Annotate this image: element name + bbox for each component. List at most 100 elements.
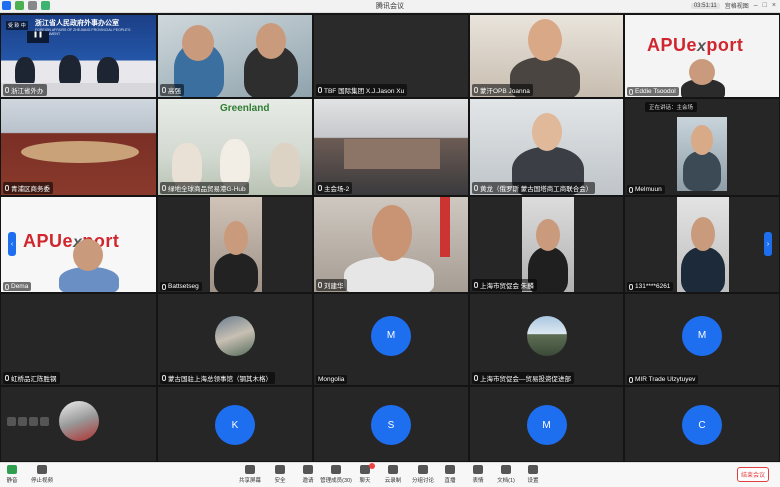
stop-video-button[interactable]: 停止视频 — [24, 465, 60, 484]
participant-face — [691, 125, 713, 155]
participant-face — [182, 25, 214, 61]
participant-figure — [220, 139, 250, 187]
tile-name-label: 刘建华 — [316, 279, 347, 291]
mic-icon — [474, 375, 478, 381]
participant-face — [372, 205, 412, 261]
participant-avatar: K — [215, 405, 255, 446]
tile-name-label: 蒙古国驻上海总领事馆（钢其木格） — [160, 372, 275, 384]
minimize-icon[interactable]: – — [754, 2, 758, 9]
more-layout-icon[interactable] — [40, 417, 49, 426]
participant-figure — [681, 247, 725, 292]
pause-button[interactable]: ❚❚ — [27, 31, 49, 43]
title-bar: 腾讯会议 03:51:11 宫格视图 – □ × — [0, 0, 780, 13]
next-page-arrow[interactable]: › — [764, 232, 772, 256]
video-tile-consulate[interactable]: 蒙古国驻上海总领事馆（钢其木格） — [157, 293, 313, 386]
video-tile-main-venue-2[interactable]: 主会场-2 — [313, 98, 469, 196]
participant-avatar: M — [526, 405, 567, 446]
participant-face — [528, 19, 562, 61]
tile-name-label: 高强 — [160, 84, 184, 96]
participant-figure — [172, 143, 202, 187]
apu-export-logo: APUexport — [23, 231, 120, 251]
video-tile-mir-trade[interactable]: M MIR Trade Ulzytuyev — [624, 293, 780, 386]
participant-face — [224, 221, 248, 255]
video-tile-battsetseg[interactable]: Battsetseg — [157, 196, 313, 293]
video-tile-dema[interactable]: APUexport Dema — [0, 196, 157, 293]
grid-view-toggle[interactable]: 宫格视图 — [725, 1, 749, 10]
video-tile-qingpu[interactable]: 青浦区商务委 — [0, 98, 157, 196]
video-tile-tbf[interactable]: TBF 国际集团 X.J.Jason Xu — [313, 14, 469, 98]
camera-icon — [37, 465, 47, 474]
video-tile-mongolia[interactable]: M Mongolia — [313, 293, 469, 386]
participant-avatar: S — [371, 405, 411, 446]
tile-name-label: Eddie Tsoodol — [627, 87, 679, 96]
gear-icon — [528, 465, 538, 474]
participant-avatar — [526, 315, 567, 356]
participant-face — [689, 59, 715, 85]
video-tile-trade-promotion[interactable]: 上海市贸促会—贸易投资促进部 — [469, 293, 624, 386]
speaker-layout-icon[interactable] — [29, 417, 38, 426]
conference-table — [21, 141, 139, 163]
mic-icon — [474, 185, 478, 191]
tile-name-label: 青浦区商务委 — [3, 182, 53, 194]
previous-page-arrow[interactable]: ‹ — [8, 232, 16, 256]
tile-name-label: TBF 国际集团 X.J.Jason Xu — [316, 84, 408, 96]
grid-layout-icon[interactable] — [7, 417, 16, 426]
list-layout-icon[interactable] — [18, 417, 27, 426]
video-tile-zhulin[interactable]: 上海市贸促会 朱麟 — [469, 196, 624, 293]
mic-icon — [629, 283, 633, 290]
video-tile-huanglong[interactable]: 黄龙（俄罗斯 蒙古国塔商工商联合会） — [469, 98, 624, 196]
tile-name-label: 黄龙（俄罗斯 蒙古国塔商工商联合会） — [472, 182, 596, 194]
tile-name-label: Dema — [3, 282, 32, 291]
video-tile-gaoqiang[interactable]: 高强 — [157, 14, 313, 98]
tile-name-label: 131****6261 — [627, 282, 674, 291]
video-tile-greenland[interactable]: Greenland 绿地全球商品贸易港G-Hub — [157, 98, 313, 196]
video-grid: 浙江省人民政府外事办公室 FOREIGN AFFAIRS OF ZHEJIANG… — [0, 14, 780, 462]
maximize-icon[interactable]: □ — [763, 2, 767, 9]
tile-name-label: 蒙汗OPB Joanna — [472, 84, 533, 96]
breakout-icon — [418, 465, 428, 474]
end-meeting-button[interactable]: 结束会议 — [737, 467, 769, 482]
tile-name-label: 上海市贸促会—贸易投资促进部 — [472, 372, 574, 384]
tile-name-label: 主会场-2 — [316, 182, 353, 194]
tile-name-label: Battsetseg — [160, 282, 202, 291]
video-tile-eddie[interactable]: APUexport Eddie Tsoodol — [624, 14, 780, 98]
video-tile-melmuun[interactable]: 正在讲话：主会场 Melmuun — [624, 98, 780, 196]
video-tile-liujianhua[interactable]: 刘建华 — [313, 196, 469, 293]
mic-icon — [162, 185, 166, 191]
mic-icon — [629, 186, 633, 193]
video-tile-row5-1[interactable] — [0, 386, 157, 462]
participant-face — [536, 219, 560, 251]
settings-button[interactable]: 设置 — [515, 465, 551, 484]
microphone-icon — [7, 465, 17, 474]
mic-icon — [629, 376, 633, 383]
mic-icon — [5, 375, 9, 381]
participant-avatar: C — [682, 405, 722, 446]
mic-icon — [162, 87, 166, 93]
flag — [440, 197, 450, 257]
video-tile-hongqiao[interactable]: 虹桥品汇陈胜钢 — [0, 293, 157, 386]
meeting-toolbar: 静音 停止视频 共享屏幕 安全 邀请 管理成员(30) 聊天 云录制 分组讨论 … — [0, 462, 780, 487]
layout-controls[interactable] — [7, 417, 49, 426]
tile-name-label: MIR Trade Ulzytuyev — [627, 375, 699, 384]
video-tile-joanna[interactable]: 蒙汗OPB Joanna — [469, 14, 624, 98]
video-tile-131[interactable]: 131****6261 — [624, 196, 780, 293]
mic-icon — [629, 88, 633, 95]
invite-icon — [303, 465, 313, 474]
share-screen-icon — [245, 465, 255, 474]
participant-figure — [214, 253, 258, 292]
close-icon[interactable]: × — [772, 2, 776, 9]
document-icon — [501, 465, 511, 474]
video-tile-zhejiang[interactable]: 浙江省人民政府外事办公室 FOREIGN AFFAIRS OF ZHEJIANG… — [0, 14, 157, 98]
video-tile-c[interactable]: C — [624, 386, 780, 462]
shield-icon — [275, 465, 285, 474]
video-tile-m2[interactable]: M — [469, 386, 624, 462]
video-tile-s[interactable]: S — [313, 386, 469, 462]
participant-avatar: M — [682, 315, 722, 356]
participant-video — [210, 197, 262, 292]
tile-name-label: 虹桥品汇陈胜钢 — [3, 372, 60, 384]
tile-name-label: Melmuun — [627, 185, 665, 194]
participant-face — [532, 113, 562, 151]
video-tile-k[interactable]: K — [157, 386, 313, 462]
mic-icon — [318, 185, 322, 191]
tile-name-label: Mongolia — [316, 375, 348, 384]
